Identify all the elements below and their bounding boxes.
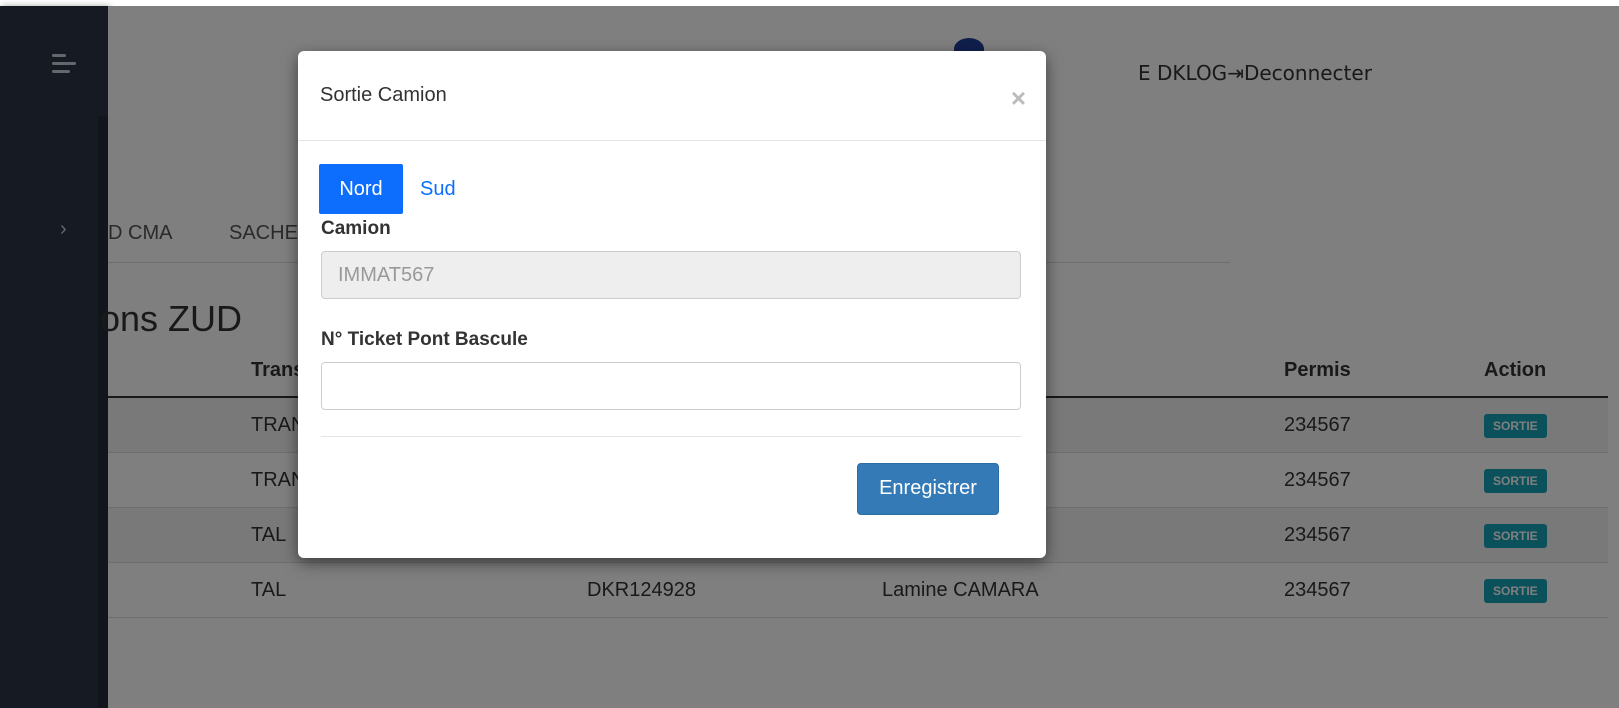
close-icon[interactable]: × bbox=[1011, 85, 1026, 111]
modal-divider bbox=[321, 436, 1021, 437]
modal-header: Sortie Camion × bbox=[298, 51, 1046, 141]
ticket-label: N° Ticket Pont Bascule bbox=[321, 329, 528, 350]
save-button[interactable]: Enregistrer bbox=[857, 463, 999, 515]
camion-field[interactable] bbox=[321, 251, 1021, 299]
sortie-camion-modal: Sortie Camion × Nord Sud Camion N° Ticke… bbox=[298, 51, 1046, 558]
tab-sud[interactable]: Sud bbox=[420, 164, 456, 214]
ticket-field[interactable] bbox=[321, 362, 1021, 410]
modal-title: Sortie Camion bbox=[320, 84, 447, 106]
camion-label: Camion bbox=[321, 218, 391, 239]
tab-nord[interactable]: Nord bbox=[319, 164, 403, 214]
